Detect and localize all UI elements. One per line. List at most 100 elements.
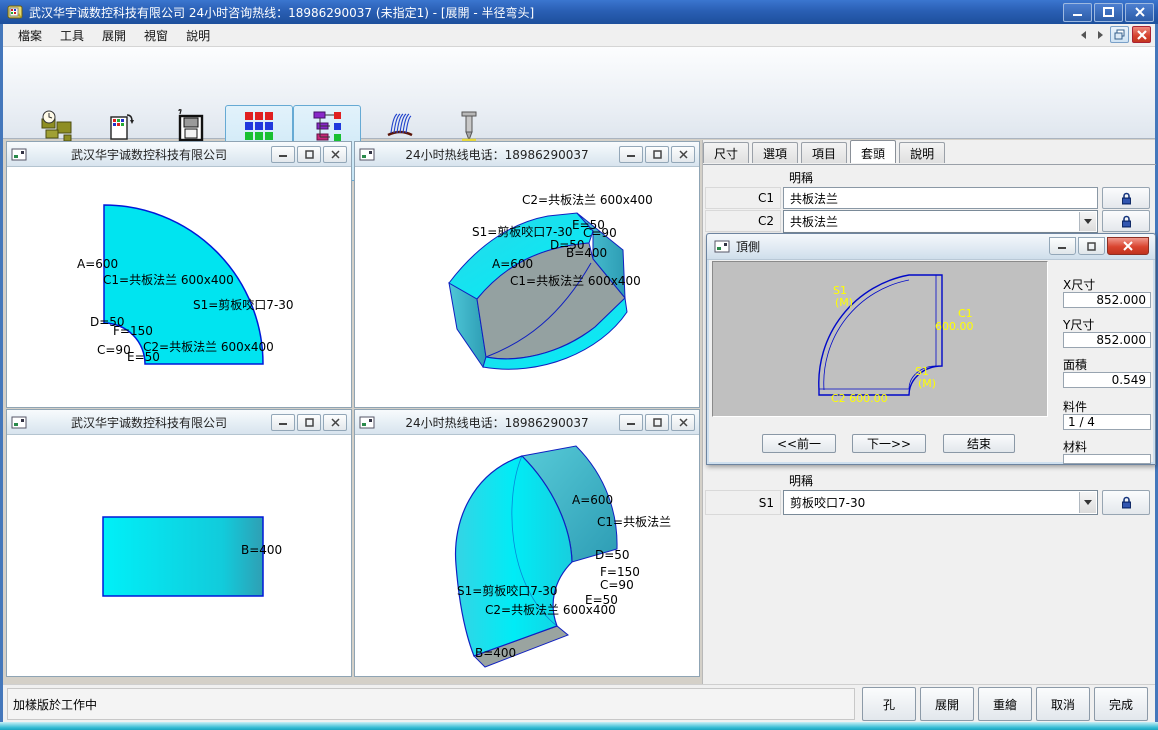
menu-unfold[interactable]: 展開	[93, 24, 135, 47]
child-close-button[interactable]	[671, 146, 695, 163]
child-restore-button[interactable]	[297, 414, 321, 431]
dialog-icon	[714, 240, 730, 253]
tab-items[interactable]: 項目	[801, 142, 847, 163]
part-field[interactable]: 1 / 4	[1063, 414, 1151, 430]
mdi-close-button[interactable]	[1132, 26, 1151, 43]
c2-dropdown[interactable]: 共板法兰	[783, 210, 1098, 233]
previous-button[interactable]: <<前一	[762, 434, 836, 453]
flat-pattern-canvas[interactable]: A=600 C1=共板法兰 600x400 S1=剪板咬口7-30 D=50 F…	[7, 167, 351, 407]
elbow-3d-drawing	[355, 435, 699, 676]
open-file-icon	[103, 109, 137, 145]
maximize-button[interactable]	[1094, 3, 1123, 22]
child-window-titlebar[interactable]: 武汉华宇诚数控科技有限公司	[7, 142, 351, 167]
cancel-button[interactable]: 取消	[1036, 687, 1090, 721]
dropdown-arrow-button[interactable]	[1079, 212, 1096, 231]
top-side-dialog: 頂側	[706, 233, 1156, 465]
dialog-titlebar[interactable]: 頂側	[707, 234, 1155, 260]
dim-label-b: B=400	[475, 646, 516, 660]
minimize-icon	[1073, 8, 1083, 17]
child-window-icon	[359, 416, 375, 429]
template-library-icon	[310, 109, 344, 145]
child-restore-button[interactable]	[645, 414, 669, 431]
redraw-button[interactable]: 重繪	[978, 687, 1032, 721]
child-close-button[interactable]	[323, 146, 347, 163]
rect-pattern-drawing	[7, 435, 351, 676]
menu-tools[interactable]: 工具	[51, 24, 93, 47]
end-button[interactable]: 结束	[943, 434, 1015, 453]
child-window-titlebar[interactable]: 武汉华宇诚数控科技有限公司	[7, 410, 351, 435]
child-window-rect-pattern: 武汉华宇诚数控科技有限公司 B=400	[6, 409, 352, 677]
minimize-icon	[279, 150, 288, 158]
dropdown-arrow-button[interactable]	[1079, 492, 1096, 513]
status-text: 加樣版於工作中	[13, 696, 97, 713]
preview-label-c1: C1	[958, 307, 973, 320]
hole-button-label: 孔	[883, 696, 895, 713]
nav-forward-button[interactable]	[1093, 27, 1107, 43]
next-button[interactable]: 下一>>	[852, 434, 926, 453]
nav-back-button[interactable]	[1076, 27, 1090, 43]
3d-view-canvas[interactable]: A=600 C1=共板法兰 D=50 F=150 C=90 S1=剪板咬口7-3…	[355, 435, 699, 676]
preview-label-s1-m: (M)	[835, 296, 853, 309]
finish-button[interactable]: 完成	[1094, 687, 1148, 721]
main-database-icon	[383, 109, 417, 145]
tab-dimensions[interactable]: 尺寸	[703, 142, 749, 163]
tab-connectors[interactable]: 套頭	[850, 140, 896, 163]
c1-lock-button[interactable]	[1102, 187, 1150, 209]
unfold-button[interactable]: 展開	[920, 687, 974, 721]
x-size-field[interactable]: 852.000	[1063, 292, 1151, 308]
dialog-minimize-button[interactable]	[1049, 237, 1076, 255]
child-minimize-button[interactable]	[619, 146, 643, 163]
close-button[interactable]	[1125, 3, 1154, 22]
area-field[interactable]: 0.549	[1063, 372, 1151, 388]
close-icon	[1137, 30, 1147, 40]
area-value: 0.549	[1112, 373, 1146, 387]
tab-help[interactable]: 說明	[899, 142, 945, 163]
dialog-maximize-button[interactable]	[1078, 237, 1105, 255]
tab-options[interactable]: 選項	[752, 142, 798, 163]
restore-icon	[653, 418, 662, 427]
child-close-button[interactable]	[323, 414, 347, 431]
menu-file[interactable]: 檔案	[9, 24, 51, 47]
close-icon	[1135, 7, 1145, 17]
previous-button-label: <<前一	[777, 435, 821, 452]
menu-window[interactable]: 視窗	[135, 24, 177, 47]
mdi-restore-button[interactable]	[1110, 26, 1129, 43]
area-label: 面積	[1063, 356, 1087, 373]
minimize-button[interactable]	[1063, 3, 1092, 22]
child-window-titlebar[interactable]: 24小时热线电话：18986290037	[355, 410, 699, 435]
menu-help[interactable]: 說明	[177, 24, 219, 47]
x-size-label: X尺寸	[1063, 276, 1095, 293]
child-minimize-button[interactable]	[271, 146, 295, 163]
child-window-titlebar[interactable]: 24小时热线电话：18986290037	[355, 142, 699, 167]
child-restore-button[interactable]	[645, 146, 669, 163]
dim-label-a: A=600	[77, 257, 118, 271]
rect-pattern-canvas[interactable]: B=400	[7, 435, 351, 676]
child-close-button[interactable]	[671, 414, 695, 431]
next-button-label: 下一>>	[867, 435, 911, 452]
y-size-field[interactable]: 852.000	[1063, 332, 1151, 348]
dialog-close-button[interactable]	[1107, 237, 1149, 255]
mdi-controls	[1076, 26, 1151, 43]
arrow-left-icon	[1081, 31, 1086, 39]
3d-view-canvas[interactable]: C2=共板法兰 600x400 S1=剪板咬口7-30 E=50 C=90 D=…	[355, 167, 699, 407]
status-bar: 加樣版於工作中 孔 展開 重繪 取消 完成	[3, 684, 1155, 722]
child-minimize-button[interactable]	[271, 414, 295, 431]
c1-value-text: 共板法兰	[790, 190, 838, 207]
child-minimize-button[interactable]	[619, 414, 643, 431]
material-field[interactable]	[1063, 454, 1151, 464]
hole-button[interactable]: 孔	[862, 687, 916, 721]
chevron-down-icon	[1084, 219, 1092, 224]
restore-icon	[305, 418, 314, 427]
window-bottom-edge	[0, 722, 1158, 730]
save-file-icon	[173, 109, 207, 145]
s1-lock-button[interactable]	[1102, 490, 1150, 515]
restore-icon	[653, 150, 662, 159]
child-restore-button[interactable]	[297, 146, 321, 163]
s1-dropdown[interactable]: 剪板咬口7-30	[783, 490, 1098, 515]
c1-value-field[interactable]: 共板法兰	[783, 187, 1098, 209]
child-window-3d-view-1: 24小时热线电话：18986290037	[354, 141, 700, 408]
dim-label-c1: C1=共板法兰	[597, 513, 671, 530]
c2-lock-button[interactable]	[1102, 210, 1150, 232]
cancel-button-label: 取消	[1051, 696, 1075, 713]
row-key-label: S1	[759, 496, 774, 510]
